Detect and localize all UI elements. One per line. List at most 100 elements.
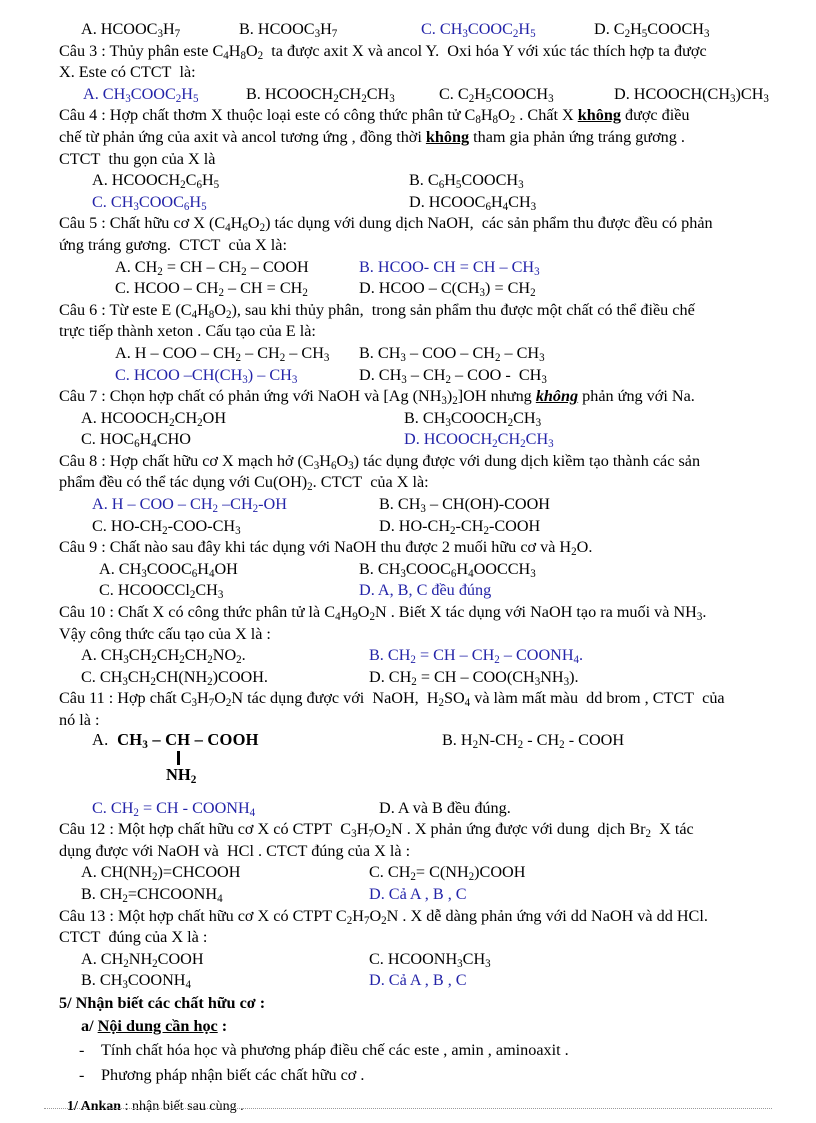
option-a: A. CH(NH2)=CHCOOH	[81, 863, 241, 884]
subheading-underlined: Nội dung cần học	[97, 1016, 218, 1035]
question-4-stem-line-1: Câu 4 : Hợp chất thơm X thuộc loại este …	[59, 106, 690, 127]
question-12-options-row-2: B. CH2=CHCOONH4 D. Cả A , B , C	[59, 884, 759, 906]
question-13-options-row-1: A. CH2NH2COOH C. HCOONH3CH3	[59, 949, 759, 971]
option-a: A. CH3COOC6H4OH	[99, 559, 238, 580]
option-d: D. HCOOCH2CH2CH3	[404, 430, 554, 451]
option-b: B. H2N-CH2 - CH2 - COOH	[442, 730, 625, 751]
option-b: B. CH3COONH4	[81, 971, 191, 992]
amine-branch-label: NH2	[166, 764, 197, 786]
option-c: C. HOC6H4CHO	[81, 430, 191, 451]
option-b: B. C6H5COOCH3	[409, 171, 524, 192]
question-8-options-row-1: A. H – COO – CH2 –CH2-OH B. CH3 – CH(OH)…	[59, 494, 759, 516]
option-c: C. HCOOCCl2CH3	[99, 581, 224, 602]
option-a: A. CH3CH2CH2CH2NO2.	[81, 646, 246, 667]
question-8-stem-line-2: phẩm đều có thể tác dụng với Cu(OH)2. CT…	[59, 473, 429, 494]
option-b: B. CH3COOCH2CH3	[404, 408, 542, 429]
dash-bullet-icon: -	[79, 1040, 85, 1059]
option-c: C. CH3COOC6H5	[92, 192, 207, 213]
list-item: - Tính chất hóa học và phương pháp điều c…	[59, 1038, 759, 1063]
question-4-options-row-2: C. CH3COOC6H5 D. HCOOC6H4CH3	[59, 192, 759, 214]
option-a: A. HCOOC3H7	[81, 20, 181, 41]
option-a: A. HCOOCH2CH2OH	[81, 408, 227, 429]
question-6-options-row-1: A. H – COO – CH2 – CH2 – CH3 B. CH3 – CO…	[59, 343, 759, 365]
item-text: : nhận biết sau cùng .	[121, 1098, 244, 1114]
option-d: D. HCOOC6H4CH3	[409, 192, 537, 213]
option-d: D. A, B, C đều đúng	[359, 581, 492, 600]
option-c: C. HO-CH2-COO-CH3	[92, 516, 241, 537]
option-c: C. HCOO – CH2 – CH = CH2	[115, 279, 308, 300]
question-11-option-a-structure: A. CH3 – CH – COOH NH2 B. H2N-CH2 - CH2 …	[59, 730, 759, 798]
question-13-stem-line-2: CTCT đúng của X là :	[59, 928, 208, 947]
section-5-heading: 5/ Nhận biết các chất hữu cơ :	[59, 993, 266, 1012]
section-5-subheading: a/ Nội dung cần học :	[59, 1015, 759, 1038]
option-b: B. HCOOCH2CH2CH3	[246, 84, 395, 105]
document-body: A. HCOOC3H7 B. HCOOC3H7 C. CH3COOC2H5 D.…	[59, 19, 769, 1118]
subheading-prefix: a/	[81, 1016, 98, 1035]
question-12-options-row-1: A. CH(NH2)=CHCOOH C. CH2= C(NH2)COOH	[59, 862, 759, 884]
question-5-stem-line-1: Câu 5 : Chất hữu cơ X (C4H6O2) tác dụng …	[59, 214, 713, 235]
numbered-item-ankan: 1/ Ankan : nhận biết sau cùng .	[59, 1096, 759, 1118]
question-3-stem-line-1: Câu 3 : Thủy phân este C4H8O2 ta được ax…	[59, 41, 707, 62]
emphasis-khong: không	[535, 387, 579, 406]
question-7-stem: Câu 7 : Chọn hợp chất có phản ứng với Na…	[59, 387, 695, 408]
question-6-stem-line-2: trực tiếp thành xeton . Cấu tạo của E là…	[59, 322, 316, 341]
option-c: C. CH3CH2CH(NH2)COOH.	[81, 667, 268, 688]
question-10-options-row-1: A. CH3CH2CH2CH2NO2. B. CH2 = CH – CH2 – …	[59, 645, 759, 667]
footer-divider	[44, 1108, 772, 1109]
question-10-stem-line-1: Câu 10 : Chất X có công thức phân tử là …	[59, 603, 707, 624]
question-7-options-row-1: A. HCOOCH2CH2OH B. CH3COOCH2CH3	[59, 408, 759, 430]
subheading-suffix: :	[217, 1016, 228, 1035]
question-12-stem-line-1: Câu 12 : Một hợp chất hữu cơ X có CTPT C…	[59, 820, 694, 841]
option-c: C. CH2= C(NH2)COOH	[369, 863, 526, 884]
option-a: A. H – COO – CH2 –CH2-OH	[92, 495, 287, 516]
question-3-options: A. CH3COOC2H5 B. HCOOCH2CH2CH3 C. C2H5CO…	[59, 84, 769, 106]
option-a: A. H – COO – CH2 – CH2 – CH3	[115, 343, 330, 364]
question-9-stem: Câu 9 : Chất nào sau đây khi tác dụng vớ…	[59, 538, 593, 559]
question-6-stem-line-1: Câu 6 : Từ este E (C4H8O2), sau khi thủy…	[59, 300, 695, 321]
question-9-options-row-1: A. CH3COOC6H4OH B. CH3COOC6H4OOCCH3	[59, 559, 759, 581]
option-d: D. C2H5COOCH3	[594, 20, 710, 41]
option-d: D. CH2 = CH – COO(CH3NH3).	[369, 667, 579, 688]
question-5-stem-line-2: ứng tráng gương. CTCT của X là:	[59, 235, 287, 254]
question-5-options-row-1: A. CH2 = CH – CH2 – COOH B. HCOO- CH = C…	[59, 257, 759, 279]
option-b: B. CH3COOC6H4OOCCH3	[359, 559, 536, 580]
dash-bullet-icon: -	[79, 1065, 85, 1084]
emphasis-khong: không	[577, 106, 621, 125]
option-d: D. A và B đều đúng.	[379, 798, 511, 817]
question-5-options-row-2: C. HCOO – CH2 – CH = CH2 D. HCOO – C(CH3…	[59, 278, 759, 300]
option-c: C. HCOO –CH(CH3) – CH3	[115, 365, 298, 386]
option-d: D. CH3 – CH2 – COO - CH3	[359, 365, 547, 386]
option-d: D. HCOOCH(CH3)CH3	[614, 84, 769, 105]
question-13-stem-line-1: Câu 13 : Một hợp chất hữu cơ X có CTPT C…	[59, 906, 708, 927]
option-c: C. CH3COOC2H5	[421, 20, 536, 41]
option-b: B. CH2 = CH – CH2 – COONH4.	[369, 646, 584, 667]
question-11-options-row-2: C. CH2 = CH - COONH4 D. A và B đều đúng.	[59, 798, 759, 820]
question-3-stem-line-2: X. Este có CTCT là:	[59, 63, 196, 82]
option-d: D. HCOO – C(CH3) = CH2	[359, 279, 536, 300]
question-10-options-row-2: C. CH3CH2CH(NH2)COOH. D. CH2 = CH – COO(…	[59, 667, 759, 689]
question-9-options-row-2: C. HCOOCCl2CH3 D. A, B, C đều đúng	[59, 580, 759, 602]
option-b: B. HCOO- CH = CH – CH3	[359, 257, 540, 278]
option-a: A. CH3COOC2H5	[83, 84, 199, 105]
option-a: A. HCOOCH2C6H5	[92, 171, 220, 192]
question-13-options-row-2: B. CH3COONH4 D. Cả A , B , C	[59, 970, 759, 992]
question-11-stem-line-1: Câu 11 : Hợp chất C3H7O2N tác dụng được …	[59, 689, 725, 710]
question-4-options-row-1: A. HCOOCH2C6H5 B. C6H5COOCH3	[59, 170, 759, 192]
question-11-stem-line-2: nó là :	[59, 711, 100, 729]
option-c: C. HCOONH3CH3	[369, 949, 491, 970]
question-2-options: A. HCOOC3H7 B. HCOOC3H7 C. CH3COOC2H5 D.…	[59, 19, 759, 41]
question-8-options-row-2: C. HO-CH2-COO-CH3 D. HO-CH2-CH2-COOH	[59, 516, 759, 538]
document-page: A. HCOOC3H7 B. HCOOC3H7 C. CH3COOC2H5 D.…	[0, 0, 816, 1123]
option-b: B. CH3 – CH(OH)-COOH	[379, 495, 550, 516]
list-item: - Phương pháp nhận biết các chất hữu cơ .	[59, 1063, 759, 1088]
option-a: A. CH2 = CH – CH2 – COOH	[115, 257, 309, 278]
item-label: 1/ Ankan	[67, 1098, 122, 1114]
option-b: B. CH3 – COO – CH2 – CH3	[359, 343, 545, 364]
option-c: C. CH2 = CH - COONH4	[92, 798, 256, 819]
question-4-stem-line-3: CTCT thu gọn của X là	[59, 149, 216, 168]
option-a: A. CH2NH2COOH	[81, 949, 204, 970]
question-7-options-row-2: C. HOC6H4CHO D. HCOOCH2CH2CH3	[59, 429, 759, 451]
question-6-options-row-2: C. HCOO –CH(CH3) – CH3 D. CH3 – CH2 – CO…	[59, 365, 759, 387]
emphasis-khong: không	[425, 127, 470, 146]
